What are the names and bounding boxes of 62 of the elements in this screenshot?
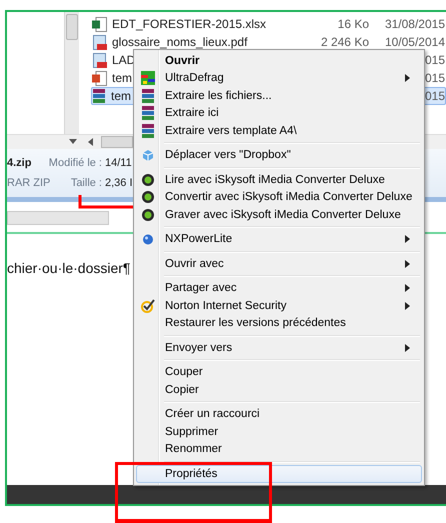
menu-item[interactable]: UltraDefrag (136, 70, 422, 87)
file-row[interactable]: EDT_FORESTIER-2015.xlsx 16 Ko 31/08/2015 (91, 15, 446, 33)
file-size: 2,36 I (105, 177, 133, 189)
play-circle-icon (142, 174, 154, 186)
menu-item[interactable]: Ouvrir avec (136, 255, 422, 272)
menu-item[interactable]: Extraire vers template A4\ (136, 122, 422, 140)
file-name: tem (112, 71, 132, 85)
horizontal-scrollbar[interactable] (7, 211, 109, 225)
file-date: 015 (424, 89, 445, 103)
menu-item[interactable]: Ouvrir (136, 52, 422, 70)
menu-item[interactable]: Extraire les fichiers... (136, 87, 422, 104)
scrollbar-thumb[interactable] (66, 14, 78, 40)
file-size: 2 246 Ko (320, 35, 369, 49)
menu-item[interactable]: Déplacer vers "Dropbox" (136, 146, 422, 164)
book-stack-icon (141, 88, 155, 103)
play-circle-icon (142, 208, 154, 221)
menu-item[interactable]: Convertir avec iSkysoft iMedia Converter Deluxe (136, 188, 422, 206)
file-row[interactable]: glossaire_noms_lieux.pdf 2 246 Ko 10/05/2014 (91, 33, 446, 51)
scroll-down-icon[interactable] (69, 139, 77, 145)
modified-label: Modifié le : (48, 157, 102, 169)
file-date: 31/08/2015 (384, 17, 445, 31)
menu-item[interactable]: Extraire ici (136, 104, 422, 122)
menu-item[interactable]: Partager avec (136, 280, 422, 297)
open-box-icon (142, 149, 154, 162)
file-date: 10/05/2014 (384, 35, 445, 49)
file-name: glossaire_noms_lieux.pdf (112, 35, 248, 49)
modified-date: 14/11 (105, 157, 132, 169)
spreadsheet-file-icon (92, 16, 107, 32)
menu-item[interactable]: Norton Internet Security (136, 297, 422, 314)
menu-item[interactable]: Supprimer (136, 423, 422, 440)
document-text: chier·ou·le·dossier¶ (7, 260, 130, 276)
menu-item[interactable]: Propriétés (136, 465, 422, 482)
menu-item[interactable]: Graver avec iSkysoft iMedia Converter Deluxe (136, 206, 422, 224)
play-circle-icon (142, 191, 154, 204)
menu-item[interactable]: Envoyer vers (136, 339, 422, 356)
file-date: 015 (424, 53, 445, 67)
file-size: 16 Ko (338, 17, 369, 31)
book-stack-icon (92, 89, 106, 103)
book-stack-icon (141, 124, 155, 138)
horizontal-scroll-thumb[interactable] (101, 136, 133, 148)
colored-grid-icon (141, 71, 155, 86)
pdf-file-icon (92, 34, 107, 50)
check-circle-icon (140, 298, 156, 313)
menu-item[interactable]: Lire avec iSkysoft iMedia Converter Deluxe (136, 171, 422, 188)
scroll-left-icon[interactable] (87, 138, 93, 146)
file-name: EDT_FORESTIER-2015.xlsx (112, 17, 266, 31)
sphere-icon (142, 233, 154, 246)
size-label: Taille : (70, 177, 102, 189)
leader-line (78, 195, 134, 210)
file-date: 015 (424, 71, 445, 85)
menu-item[interactable]: Couper (136, 364, 422, 381)
file-type: RAR ZIP (7, 177, 50, 189)
file-name: 4.zip (7, 157, 32, 169)
pdf-file-icon (92, 52, 107, 68)
vertical-scrollbar[interactable] (65, 12, 79, 134)
menu-item[interactable]: Copier (136, 381, 422, 398)
menu-item[interactable]: NXPowerLite (136, 230, 422, 248)
book-stack-icon (141, 106, 155, 120)
menu-item[interactable]: Renommer (136, 440, 422, 458)
file-name: tem (111, 89, 132, 103)
menu-item[interactable]: Créer un raccourci (136, 406, 422, 423)
menu-item[interactable]: Restaurer les versions précédentes (136, 314, 422, 332)
